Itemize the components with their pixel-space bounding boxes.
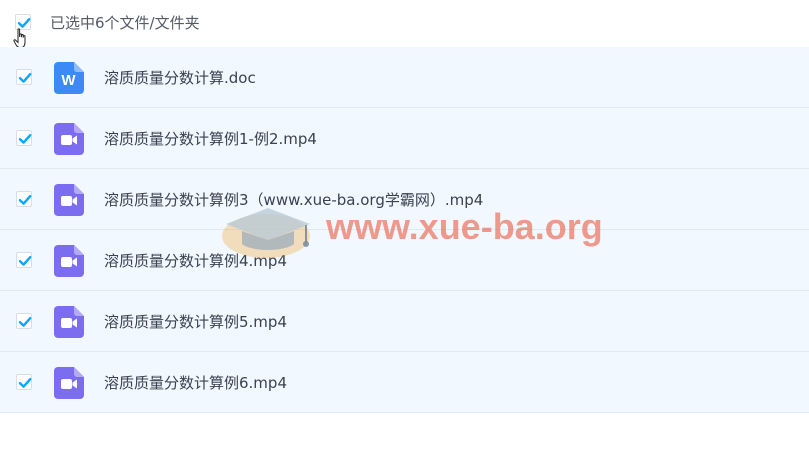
video-file-icon [54,123,84,155]
file-selection-panel: 已选中6个文件/文件夹 W 溶质质量分数计算.doc 溶质质量分数计算例1-例2… [0,0,809,454]
file-row[interactable]: 溶质质量分数计算例1-例2.mp4 [0,108,809,169]
file-row[interactable]: 溶质质量分数计算例5.mp4 [0,291,809,352]
file-name[interactable]: 溶质质量分数计算例1-例2.mp4 [104,128,317,150]
file-name[interactable]: 溶质质量分数计算例6.mp4 [104,372,287,394]
checkmark-icon [18,256,32,266]
row-checkbox[interactable] [16,252,32,268]
svg-text:W: W [61,72,76,89]
row-checkbox[interactable] [16,313,32,329]
checkmark-icon [18,378,32,388]
selection-header: 已选中6个文件/文件夹 [0,0,809,48]
file-row[interactable]: 溶质质量分数计算例6.mp4 [0,352,809,413]
video-file-icon [54,306,84,338]
file-row[interactable]: 溶质质量分数计算例3（www.xue-ba.org学霸网）.mp4 [0,169,809,230]
selection-count-label: 已选中6个文件/文件夹 [50,14,200,32]
checkmark-icon [18,73,32,83]
checkmark-icon [18,195,32,205]
file-list: W 溶质质量分数计算.doc 溶质质量分数计算例1-例2.mp4 溶质质量分数计… [0,47,809,413]
file-row[interactable]: W 溶质质量分数计算.doc [0,47,809,108]
checkmark-icon [18,134,32,144]
word-document-icon: W [54,62,84,94]
row-checkbox[interactable] [16,374,32,390]
video-file-icon [54,367,84,399]
file-row[interactable]: 溶质质量分数计算例4.mp4 [0,230,809,291]
row-checkbox[interactable] [16,69,32,85]
row-checkbox[interactable] [16,191,32,207]
file-name[interactable]: 溶质质量分数计算例5.mp4 [104,311,287,333]
checkmark-icon [18,317,32,327]
video-file-icon [54,184,84,216]
file-name[interactable]: 溶质质量分数计算例3（www.xue-ba.org学霸网）.mp4 [104,189,483,211]
file-name[interactable]: 溶质质量分数计算例4.mp4 [104,250,287,272]
video-file-icon [54,245,84,277]
file-name[interactable]: 溶质质量分数计算.doc [104,67,256,89]
row-checkbox[interactable] [16,130,32,146]
